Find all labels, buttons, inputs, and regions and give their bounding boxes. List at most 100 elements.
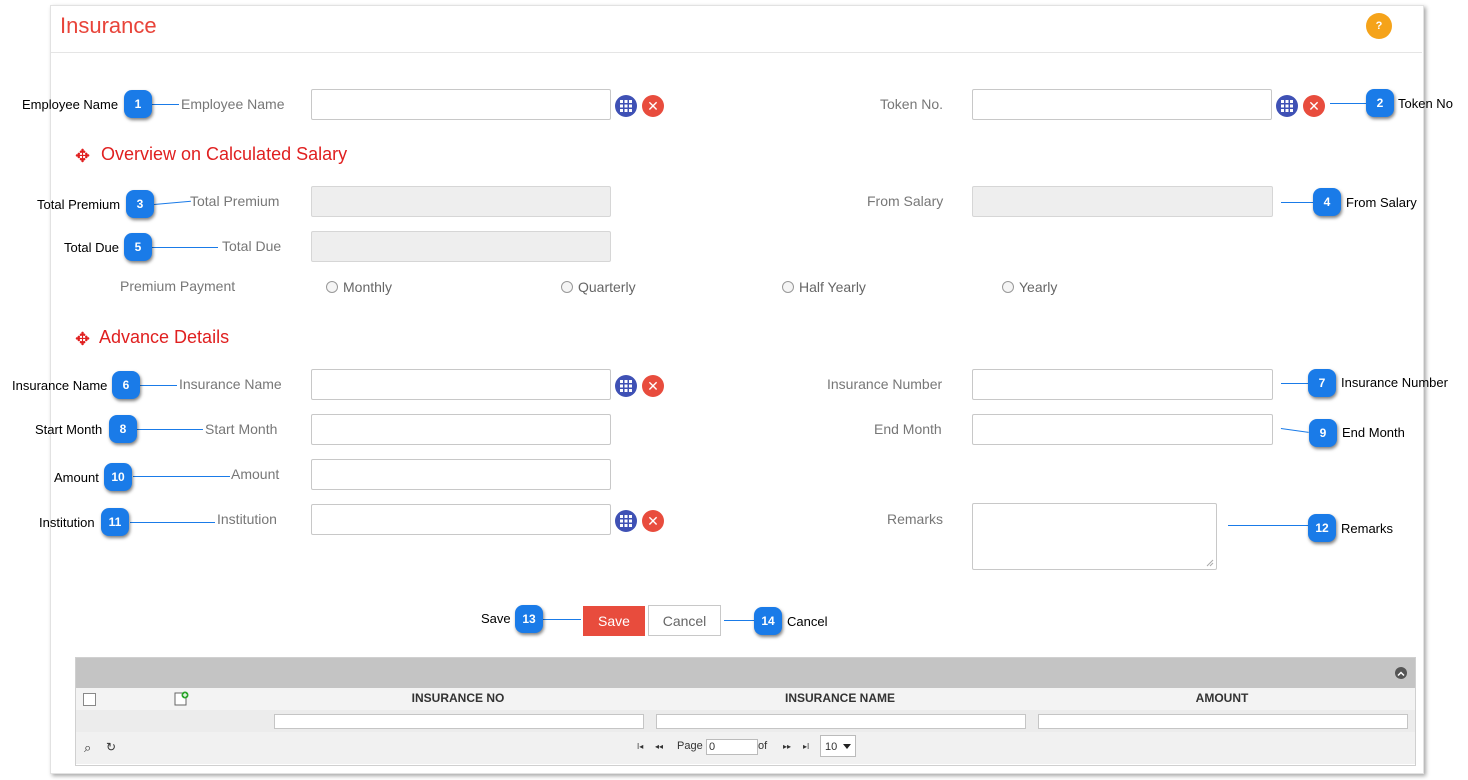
- radio-monthly[interactable]: Monthly: [326, 279, 392, 295]
- collapse-icon[interactable]: [1395, 667, 1407, 679]
- institution-clear-icon[interactable]: ✕: [642, 510, 664, 532]
- insurance-number-label: Insurance Number: [827, 376, 943, 392]
- insurance-clear-icon[interactable]: ✕: [642, 375, 664, 397]
- callout-11-label: Institution: [39, 515, 95, 530]
- column-insurance-no[interactable]: INSURANCE NO: [274, 691, 642, 705]
- radio-circle[interactable]: [782, 281, 794, 293]
- callout-2-line: [1330, 103, 1366, 104]
- prev-page-icon[interactable]: ◂◂: [655, 742, 663, 751]
- premium-payment-label: Premium Payment: [120, 278, 236, 294]
- callout-14-line: [724, 620, 754, 621]
- institution-label: Institution: [217, 511, 277, 527]
- callout-1-label: Employee Name: [22, 97, 119, 112]
- next-page-icon[interactable]: ▸▸: [783, 742, 791, 751]
- callout-7-label: Insurance Number: [1341, 375, 1448, 390]
- cancel-button[interactable]: Cancel: [648, 605, 721, 636]
- radio-circle[interactable]: [561, 281, 573, 293]
- resize-handle-icon[interactable]: [1206, 559, 1214, 567]
- radio-yearly-label: Yearly: [1019, 279, 1058, 295]
- callout-3-badge: 3: [126, 190, 154, 218]
- page-number-input[interactable]: 0: [706, 739, 758, 755]
- last-page-icon[interactable]: ▸I: [803, 742, 809, 751]
- help-icon[interactable]: ?: [1366, 13, 1392, 39]
- end-month-input[interactable]: [972, 414, 1273, 445]
- total-premium-label: Total Premium: [190, 193, 280, 209]
- overview-section-title: Overview on Calculated Salary: [101, 144, 348, 164]
- callout-7-badge: 7: [1308, 369, 1336, 397]
- filter-amount-input[interactable]: [1038, 714, 1408, 729]
- callout-5-badge: 5: [124, 233, 152, 261]
- callout-12-line: [1228, 525, 1308, 526]
- callout-10-line: [133, 476, 230, 477]
- callout-10-label: Amount: [54, 470, 99, 485]
- callout-1-line: [152, 104, 179, 105]
- refresh-icon[interactable]: ↻: [106, 740, 116, 754]
- callout-3-label: Total Premium: [37, 197, 121, 212]
- amount-input[interactable]: [311, 459, 611, 490]
- from-salary-label: From Salary: [867, 193, 944, 209]
- insurance-name-input[interactable]: [311, 369, 611, 400]
- callout-7-line: [1281, 383, 1308, 384]
- callout-13-badge: 13: [515, 605, 543, 633]
- callout-1-badge: 1: [124, 90, 152, 118]
- page-size-value: 10: [825, 741, 838, 753]
- callout-10-badge: 10: [104, 463, 132, 491]
- callout-13-label: Save: [481, 611, 511, 626]
- callout-8-label: Start Month: [35, 422, 103, 437]
- callout-14-badge: 14: [754, 607, 782, 635]
- column-amount[interactable]: AMOUNT: [1038, 691, 1406, 705]
- callout-4-badge: 4: [1313, 188, 1341, 216]
- token-clear-icon[interactable]: ✕: [1303, 95, 1325, 117]
- institution-input[interactable]: [311, 504, 611, 535]
- callout-12-badge: 12: [1308, 514, 1336, 542]
- callout-6-line: [140, 385, 177, 386]
- institution-lookup-grid-icon[interactable]: [615, 510, 637, 532]
- end-month-label: End Month: [874, 421, 942, 437]
- add-row-icon[interactable]: [173, 691, 189, 707]
- token-no-input[interactable]: [972, 89, 1272, 120]
- radio-yearly[interactable]: Yearly: [1002, 279, 1057, 295]
- page-title: Insurance: [60, 13, 157, 38]
- radio-half-yearly[interactable]: Half Yearly: [782, 279, 866, 295]
- filter-insurance-no-input[interactable]: [274, 714, 644, 729]
- search-icon[interactable]: ⌕: [84, 740, 91, 756]
- start-month-input[interactable]: [311, 414, 611, 445]
- radio-half-yearly-label: Half Yearly: [799, 279, 866, 295]
- radio-quarterly[interactable]: Quarterly: [561, 279, 636, 295]
- radio-circle[interactable]: [326, 281, 338, 293]
- callout-8-line: [137, 429, 203, 430]
- callout-6-badge: 6: [112, 371, 140, 399]
- select-all-checkbox[interactable]: [83, 693, 96, 706]
- remarks-label: Remarks: [887, 511, 944, 527]
- callout-2-badge: 2: [1366, 89, 1394, 117]
- page-size-select[interactable]: 10: [820, 735, 856, 757]
- token-lookup-grid-icon[interactable]: [1276, 95, 1298, 117]
- callout-6-label: Insurance Name: [12, 378, 108, 393]
- employee-name-input[interactable]: [311, 89, 611, 120]
- amount-label: Amount: [231, 466, 280, 482]
- insurance-number-input[interactable]: [972, 369, 1273, 400]
- filter-insurance-name-input[interactable]: [656, 714, 1026, 729]
- advance-section-title: Advance Details: [99, 327, 230, 347]
- total-premium-input: [311, 186, 611, 217]
- title-divider: [51, 52, 1422, 53]
- callout-11-line: [130, 522, 215, 523]
- save-button[interactable]: Save: [583, 606, 645, 636]
- employee-clear-icon[interactable]: ✕: [642, 95, 664, 117]
- callout-12-label: Remarks: [1341, 521, 1394, 536]
- callout-4-label: From Salary: [1346, 195, 1417, 210]
- section-move-icon: ✥: [75, 146, 91, 166]
- employee-lookup-grid-icon[interactable]: [615, 95, 637, 117]
- radio-circle[interactable]: [1002, 281, 1014, 293]
- insurance-lookup-grid-icon[interactable]: [615, 375, 637, 397]
- insurance-grid: INSURANCE NO INSURANCE NAME AMOUNT ⌕ ↻ I…: [75, 657, 1416, 766]
- callout-9-label: End Month: [1342, 425, 1405, 440]
- callout-11-badge: 11: [101, 508, 129, 536]
- column-insurance-name[interactable]: INSURANCE NAME: [656, 691, 1024, 705]
- remarks-textarea[interactable]: [972, 503, 1217, 570]
- total-due-label: Total Due: [222, 238, 282, 254]
- callout-13-line: [543, 619, 581, 620]
- first-page-icon[interactable]: I◂: [637, 742, 643, 751]
- total-due-input: [311, 231, 611, 262]
- callout-2-label: Token No: [1398, 96, 1453, 111]
